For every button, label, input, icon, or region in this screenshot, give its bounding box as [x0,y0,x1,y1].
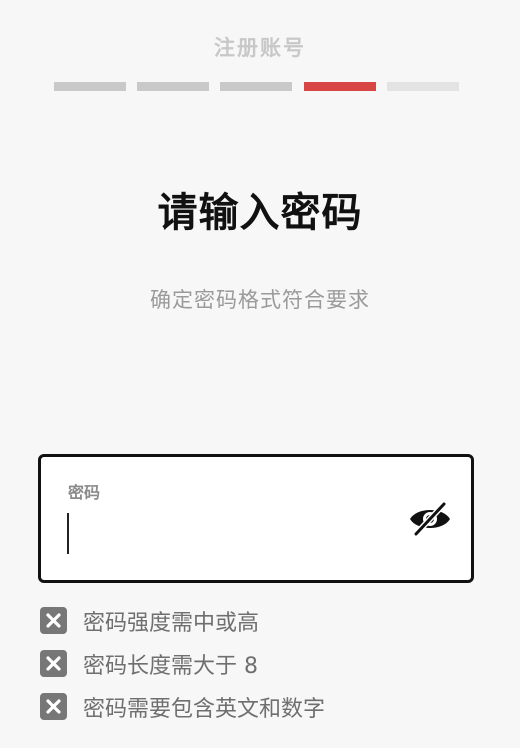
eye-off-icon[interactable] [407,501,453,537]
requirement-strength: 密码强度需中或高 [40,603,510,646]
requirement-letters-digits: 密码需要包含英文和数字 [40,689,510,732]
page-title: 请输入密码 [157,190,363,236]
page-subtitle: 确定密码格式符合要求 [150,288,370,312]
password-field[interactable]: 密码 [38,454,474,583]
progress-step-4 [304,82,376,91]
requirement-text: 密码长度需大于 8 [83,654,258,679]
requirement-text: 密码需要包含英文和数字 [83,697,326,722]
header-title: 注册账号 [214,36,306,60]
x-icon [40,607,67,634]
password-label: 密码 [68,483,101,502]
x-icon [40,693,67,720]
progress-step-5 [387,82,459,91]
progress-step-3 [220,82,292,91]
progress-step-1 [54,82,126,91]
requirement-length: 密码长度需大于 8 [40,646,510,689]
step-progress [54,82,459,91]
x-icon [40,650,67,677]
password-requirements: 密码强度需中或高 密码长度需大于 8 密码需要包含英文和数字 [40,603,510,732]
requirement-text: 密码强度需中或高 [83,611,260,636]
text-caret [67,513,69,554]
progress-step-2 [137,82,209,91]
